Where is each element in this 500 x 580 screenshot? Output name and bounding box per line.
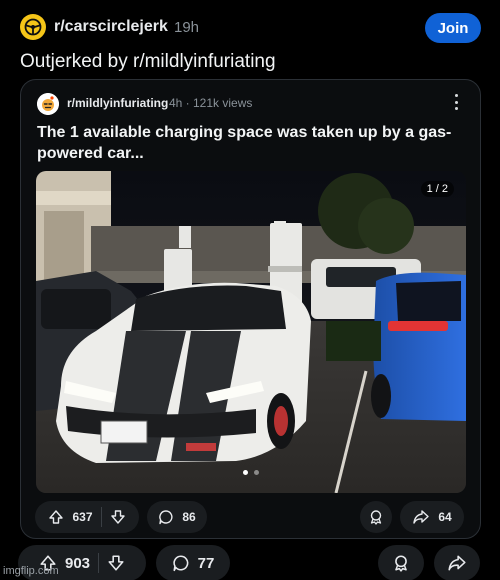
crosspost-comments-button[interactable]: 86	[147, 501, 207, 533]
subreddit-name[interactable]: r/carscirclejerk	[54, 18, 168, 36]
crosspost-subreddit-avatar[interactable]	[37, 93, 59, 115]
gallery-dots[interactable]	[243, 470, 259, 475]
crosspost-comment-count: 86	[182, 510, 196, 524]
crosspost-share-button[interactable]: 64	[400, 501, 464, 533]
upvote-icon[interactable]	[48, 509, 64, 525]
crosspost-card[interactable]: r/mildlyinfuriating 4h · 121k views The …	[20, 79, 481, 539]
crosspost-upvote-count: 637	[72, 510, 93, 524]
post-comments-button[interactable]: 77	[156, 545, 230, 580]
crosspost-award-button[interactable]	[360, 501, 392, 533]
gallery-dot-1[interactable]	[243, 470, 248, 475]
downvote-icon[interactable]	[110, 509, 126, 525]
crosspost-title[interactable]: The 1 available charging space was taken…	[37, 122, 457, 164]
post-share-button[interactable]	[434, 545, 480, 580]
post-header: r/carscirclejerk 19h Join	[0, 0, 500, 50]
crosspost-meta: 4h · 121k views	[169, 96, 253, 110]
vote-divider	[98, 553, 100, 573]
post-title[interactable]: Outjerked by r/mildlyinfuriating	[20, 51, 276, 73]
join-button[interactable]: Join	[425, 13, 481, 43]
post-upvote-count: 903	[64, 554, 91, 572]
post-photo[interactable]: 1 / 2	[36, 171, 466, 493]
crosspost-share-count: 64	[438, 510, 452, 524]
share-icon	[412, 509, 430, 525]
vote-divider	[100, 507, 102, 527]
overflow-menu-icon[interactable]	[451, 92, 461, 112]
award-icon	[368, 509, 384, 525]
subreddit-avatar-steering-wheel-icon[interactable]	[20, 14, 46, 40]
image-counter: 1 / 2	[420, 181, 454, 197]
crosspost-subreddit-name[interactable]: r/mildlyinfuriating	[67, 96, 168, 110]
post-age: 19h	[174, 19, 200, 36]
post-award-button[interactable]	[378, 545, 424, 580]
watermark: imgflip.com	[3, 565, 59, 577]
award-icon	[392, 554, 410, 572]
crosspost-vote-pill: 637	[35, 501, 139, 533]
share-icon	[447, 554, 467, 572]
comment-icon	[158, 509, 174, 525]
gallery-dot-2[interactable]	[254, 470, 259, 475]
comment-icon	[172, 554, 190, 572]
post-comment-count: 77	[197, 554, 215, 572]
downvote-icon[interactable]	[107, 554, 125, 572]
photo-icon	[36, 171, 466, 493]
